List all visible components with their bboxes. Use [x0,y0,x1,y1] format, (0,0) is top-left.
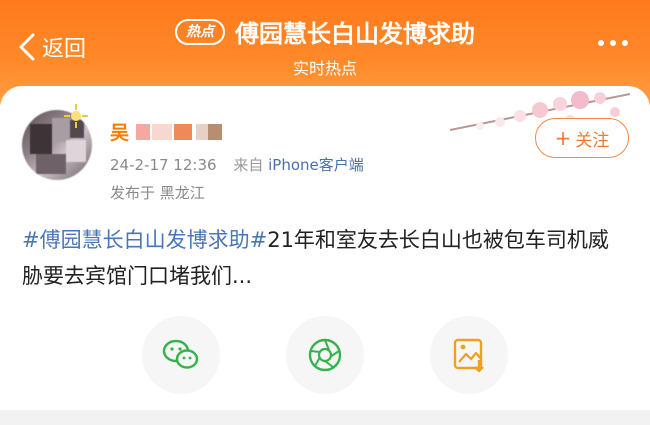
bottom-divider [0,410,650,425]
username-redacted [136,122,224,142]
follow-label: 关注 [575,130,610,151]
hot-badge: 热点 [175,18,225,45]
post-timestamp: 24-2-17 12:36 [110,156,217,174]
post-location: 发布于 黑龙江 [110,184,205,202]
share-moments-button[interactable] [286,316,364,394]
save-image-button[interactable] [430,316,508,394]
page-title: 傅园慧长白山发博求助 [235,20,475,48]
save-image-icon [453,338,484,373]
share-wechat-button[interactable] [142,316,220,394]
follow-button[interactable]: + 关注 [535,118,629,158]
page-subtitle: 实时热点 [292,59,357,78]
sparkle-icon [64,104,88,128]
header-title-block: 热点 傅园慧长白山发博求助 实时热点 [0,14,650,79]
username[interactable]: 吴 [110,118,129,145]
post-body: #傅园慧长白山发博求助#21年和室友去长白山也被包车司机威胁要去宾馆门口堵我们.… [22,222,627,294]
moments-icon [308,338,342,372]
more-options-icon[interactable] [598,40,628,46]
source-prefix: 来自 [233,156,264,174]
post-meta: 24-2-17 12:36 来自 iPhone客户端 [110,154,364,175]
wechat-icon [162,339,199,369]
plus-icon: + [554,126,572,150]
source-client[interactable]: iPhone客户端 [268,156,364,174]
hashtag-link[interactable]: #傅园慧长白山发博求助# [22,228,267,252]
